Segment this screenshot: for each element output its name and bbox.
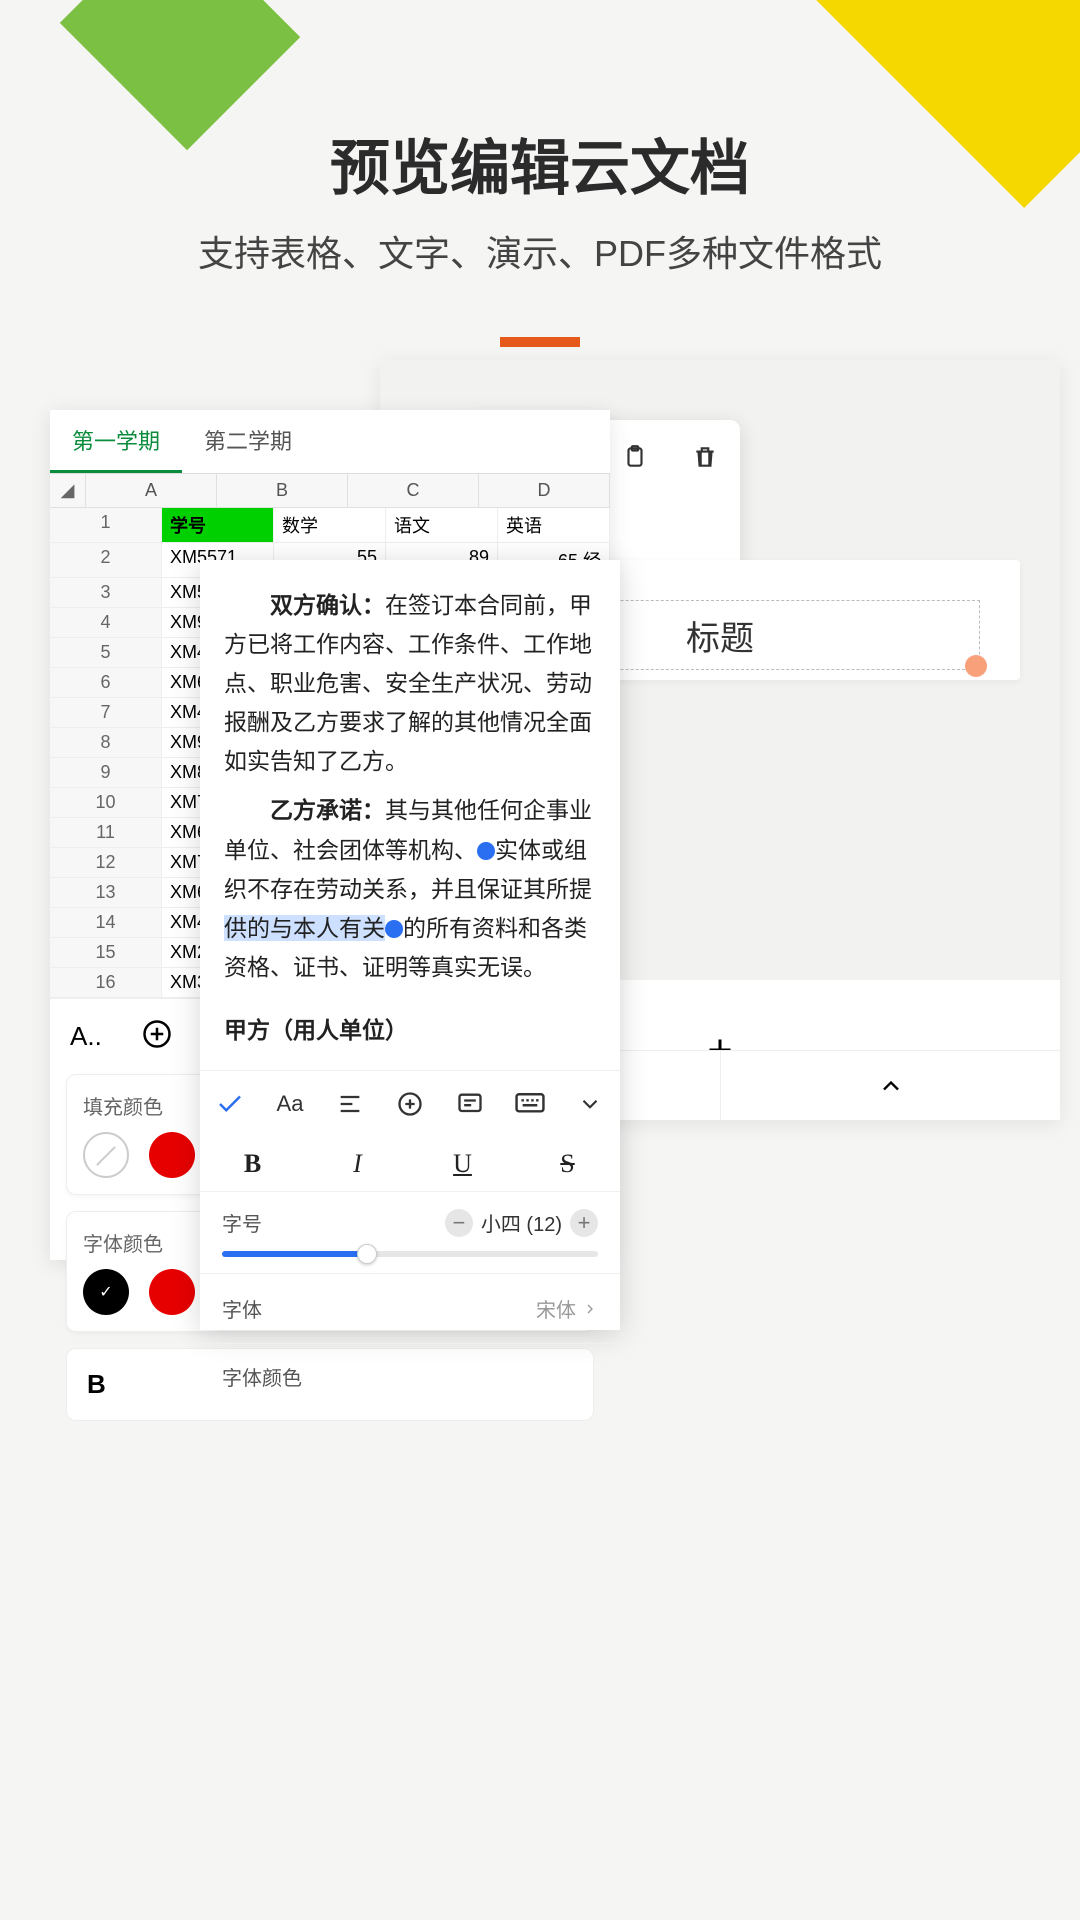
font-size-value: 小四 (12) [481, 1208, 562, 1237]
size-increase-button[interactable]: + [570, 1209, 598, 1237]
col-head-c[interactable]: C [348, 474, 479, 508]
trash-icon [690, 442, 720, 472]
font-family-value: 宋体 [536, 1294, 576, 1323]
cell[interactable]: 语文 [386, 508, 498, 543]
doc-font-color-label[interactable]: 字体颜色 [200, 1344, 620, 1409]
selection-handle-end-icon[interactable] [385, 920, 403, 938]
col-head-d[interactable]: D [479, 474, 610, 508]
subhead: 支持表格、文字、演示、PDF多种文件格式 [0, 225, 1080, 277]
divider [500, 337, 580, 347]
font-color-black[interactable]: ✓ [83, 1269, 129, 1315]
select-all-corner[interactable]: ◢ [50, 474, 86, 508]
clipboard-icon [620, 442, 650, 472]
comment-button[interactable] [453, 1087, 487, 1121]
collapse-button[interactable] [720, 1051, 1060, 1120]
delete-button[interactable] [690, 442, 720, 472]
document-body[interactable]: 双方确认：在签订本合同前，甲方已将工作内容、工作条件、工作地点、职业危害、安全生… [200, 560, 620, 1070]
cell[interactable]: 数学 [274, 508, 386, 543]
selection-handle-start-icon[interactable] [477, 842, 495, 860]
underline-button[interactable]: U [433, 1149, 493, 1179]
font-size-slider[interactable] [222, 1251, 598, 1257]
resize-handle-icon[interactable] [965, 655, 987, 677]
slider-thumb[interactable] [357, 1244, 377, 1264]
expand-button[interactable] [573, 1087, 607, 1121]
strike-button[interactable]: S [538, 1149, 598, 1179]
tab-semester-1[interactable]: 第一学期 [50, 410, 182, 473]
text-format-button[interactable]: A.. [70, 1021, 102, 1052]
italic-button[interactable]: I [328, 1149, 388, 1179]
cell[interactable]: 学号 [162, 508, 274, 543]
font-color-red[interactable] [149, 1269, 195, 1315]
paste-button[interactable] [620, 442, 650, 472]
text-selection[interactable]: 供的与本人有关 [224, 915, 385, 941]
cell[interactable]: 英语 [498, 508, 610, 543]
document-panel: 双方确认：在签订本合同前，甲方已将工作内容、工作条件、工作地点、职业危害、安全生… [200, 560, 620, 1330]
sheet-tabs: 第一学期 第二学期 [50, 410, 610, 474]
fill-color-none[interactable] [83, 1132, 129, 1178]
party-a-label: 甲方（用人单位） [224, 1011, 596, 1050]
col-head-a[interactable]: A [86, 474, 217, 508]
confirm-button[interactable] [213, 1087, 247, 1121]
font-family-row[interactable]: 字体 宋体 [200, 1274, 620, 1344]
size-decrease-button[interactable]: − [445, 1209, 473, 1237]
p2-label: 乙方承诺： [270, 797, 385, 823]
p1-label: 双方确认： [270, 592, 385, 618]
keyboard-button[interactable] [513, 1087, 547, 1121]
align-button[interactable] [333, 1087, 367, 1121]
doc-toolbar: Aa [200, 1070, 620, 1137]
font-size-label: 字号 [222, 1208, 262, 1237]
insert-button[interactable] [393, 1087, 427, 1121]
font-family-label: 字体 [222, 1294, 262, 1323]
col-head-b[interactable]: B [217, 474, 348, 508]
fill-color-red[interactable] [149, 1132, 195, 1178]
tab-semester-2[interactable]: 第二学期 [182, 410, 314, 473]
add-button[interactable] [142, 1019, 172, 1054]
format-row: B I U S [200, 1137, 620, 1192]
font-size-section: 字号 − 小四 (12) + [200, 1192, 620, 1274]
bold-button[interactable]: B [223, 1149, 283, 1179]
chevron-right-icon [582, 1301, 598, 1317]
text-style-button[interactable]: Aa [273, 1087, 307, 1121]
